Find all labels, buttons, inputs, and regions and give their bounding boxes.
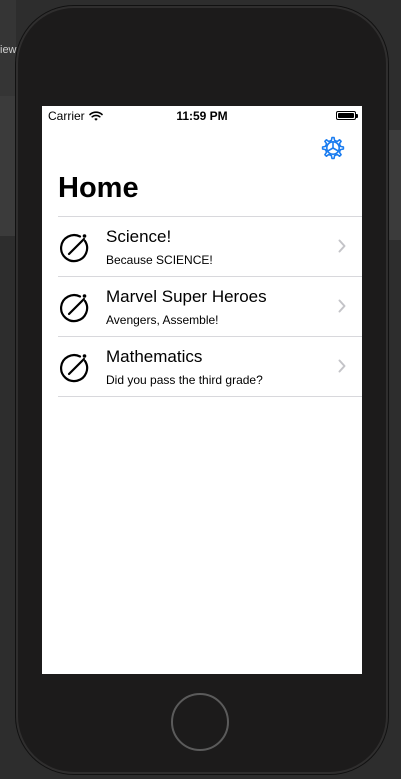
chevron-right-icon: [338, 359, 346, 373]
quiz-icon: [60, 293, 89, 323]
quiz-icon: [60, 233, 89, 263]
app-screen: Carrier 11:59 PM Home Science! Because S…: [42, 106, 362, 674]
topic-row-mathematics[interactable]: Mathematics Did you pass the third grade…: [58, 337, 362, 397]
chevron-right-icon: [338, 299, 346, 313]
background-panel: [388, 130, 401, 240]
background-window-label: iew: [0, 44, 17, 56]
topic-row-marvel[interactable]: Marvel Super Heroes Avengers, Assemble!: [58, 277, 362, 337]
battery-level: [338, 113, 354, 118]
topic-list: Science! Because SCIENCE! Marvel Super H…: [58, 216, 362, 397]
topic-title: Mathematics: [106, 347, 203, 366]
topic-subtitle: Avengers, Assemble!: [106, 313, 219, 327]
status-time: 11:59 PM: [176, 109, 228, 123]
quiz-icon: [60, 353, 89, 383]
status-bar: Carrier 11:59 PM: [42, 106, 362, 126]
chevron-right-icon: [338, 239, 346, 253]
topic-title: Marvel Super Heroes: [106, 287, 267, 306]
topic-subtitle: Did you pass the third grade?: [106, 373, 263, 387]
topic-row-science[interactable]: Science! Because SCIENCE!: [58, 217, 362, 277]
topic-subtitle: Because SCIENCE!: [106, 253, 213, 267]
background-panel: [0, 96, 16, 236]
home-button[interactable]: [171, 693, 229, 751]
battery-icon: [336, 111, 358, 120]
topic-title: Science!: [106, 227, 172, 246]
page-title: Home: [58, 172, 139, 204]
settings-gear-button[interactable]: [320, 135, 346, 161]
